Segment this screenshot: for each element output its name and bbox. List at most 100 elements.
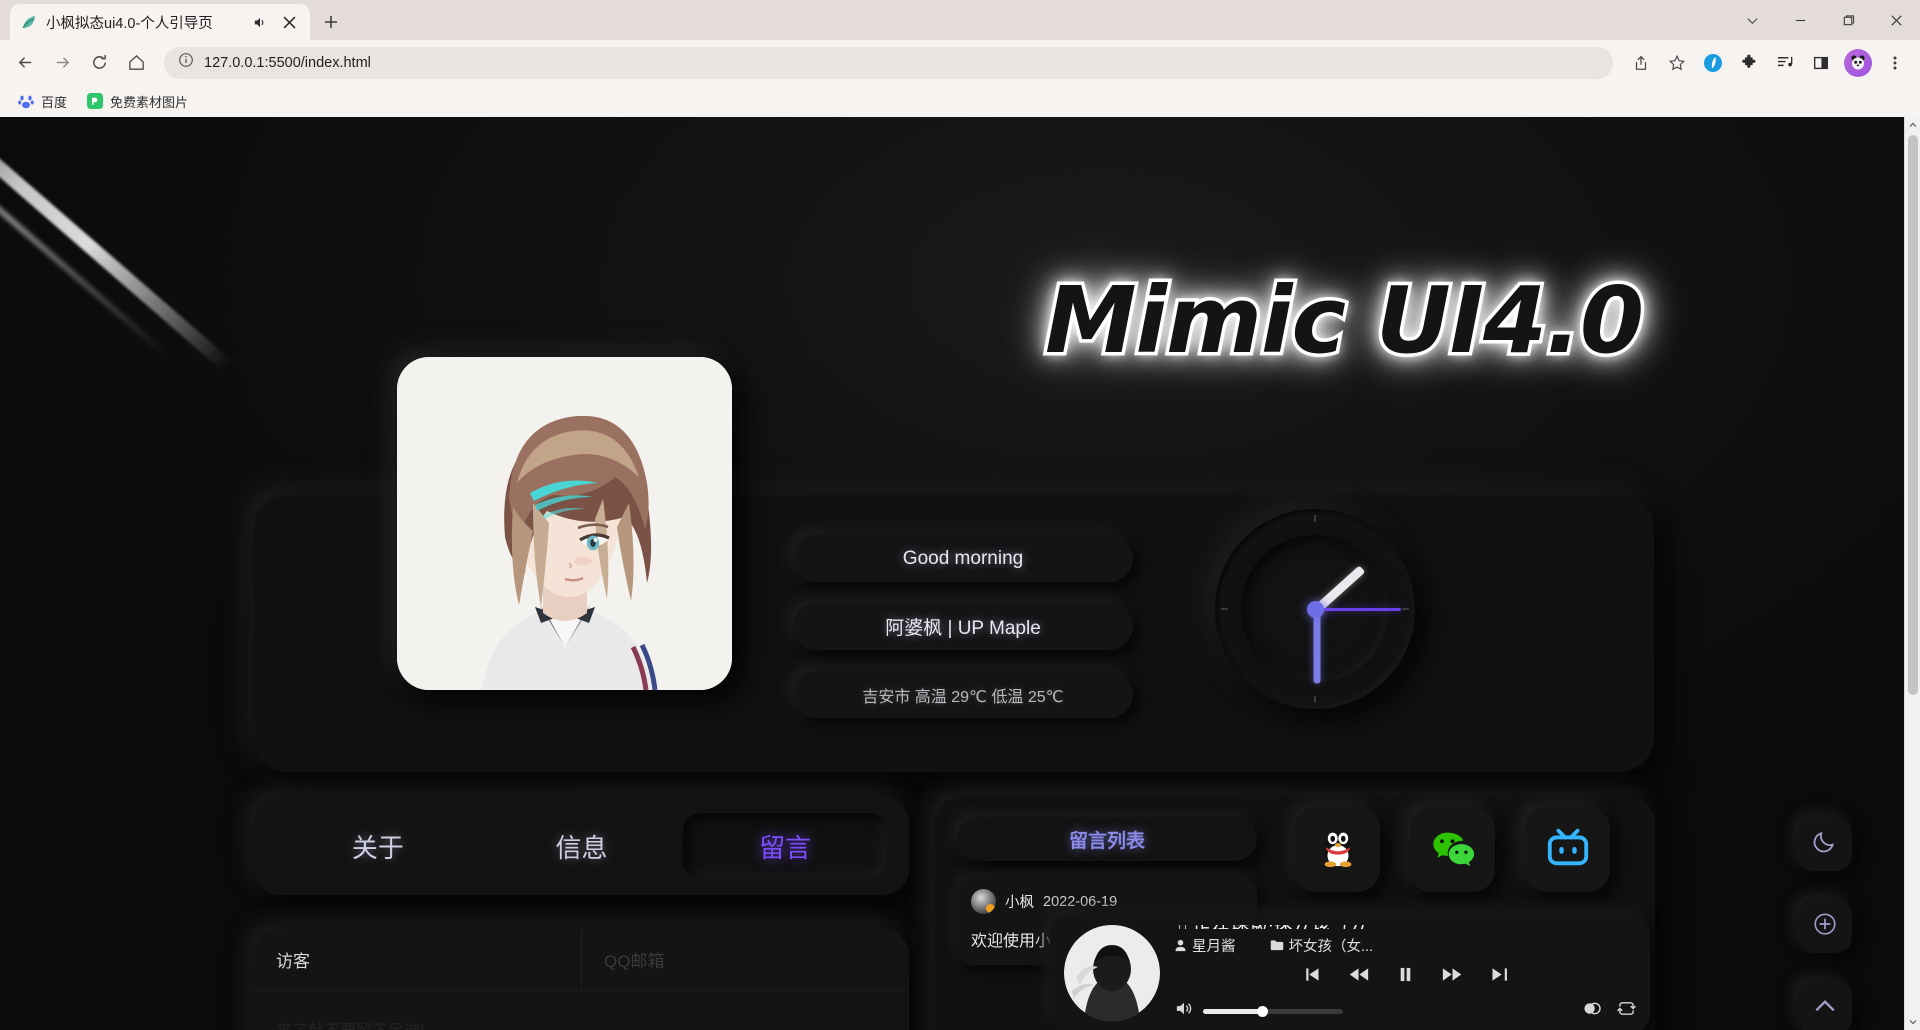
scrollbar-thumb[interactable] — [1908, 135, 1918, 695]
player-artist: 星月酱 — [1174, 935, 1236, 956]
clock-tick — [1314, 515, 1316, 522]
message-textarea[interactable]: 来了就不要留下足迹! — [254, 991, 909, 1030]
page-logo: Mimic UI4.0 — [1042, 264, 1648, 378]
qq-penguin-icon — [1315, 824, 1361, 875]
leaf-favicon — [20, 13, 38, 31]
tab-title: 小枫拟态ui4.0-个人引导页 — [46, 15, 213, 32]
anime-boy-avatar — [397, 357, 732, 690]
next-track-button[interactable] — [1489, 964, 1510, 990]
minimize-button[interactable] — [1776, 0, 1824, 40]
panda-avatar-icon[interactable] — [1844, 48, 1872, 77]
message-author: 小枫 — [1005, 895, 1034, 911]
home-icon[interactable] — [119, 46, 153, 80]
music-list-icon[interactable] — [1768, 46, 1802, 80]
clock-minute-hand — [1313, 607, 1321, 683]
tab-about[interactable]: 关于 — [276, 813, 480, 879]
bookmark-label: 百度 — [41, 94, 68, 110]
prev-track-button[interactable] — [1301, 964, 1322, 990]
clock-second-hand — [1315, 607, 1401, 611]
player-info: ♫ 正在播放:坏女孩（女... 星月酱 坏女孩（女... — [1174, 925, 1636, 1023]
share-icon[interactable] — [1624, 46, 1658, 80]
social-links — [1295, 807, 1610, 892]
volume-knob[interactable] — [1256, 1005, 1268, 1017]
page-scrollbar[interactable] — [1904, 117, 1920, 1030]
wechat-icon — [1430, 824, 1476, 875]
pause-button[interactable] — [1395, 964, 1416, 990]
new-tab-button[interactable] — [316, 7, 346, 37]
wechat-link[interactable] — [1410, 807, 1495, 892]
volume-slider[interactable] — [1203, 1005, 1343, 1017]
close-icon[interactable] — [278, 11, 300, 33]
scrollbar-down-button[interactable] — [1905, 1014, 1920, 1030]
plus-circle-icon — [1812, 911, 1838, 942]
qq-link[interactable] — [1295, 807, 1380, 892]
puzzle-icon[interactable] — [1732, 46, 1766, 80]
star-icon[interactable] — [1660, 46, 1694, 80]
visitor-name-input[interactable]: 访客 — [254, 929, 581, 990]
info-circle-icon[interactable] — [178, 52, 194, 73]
email-input[interactable]: QQ邮箱 — [581, 929, 909, 990]
three-dots-icon[interactable] — [1878, 46, 1912, 80]
window-controls — [1728, 0, 1920, 40]
add-button[interactable] — [1798, 899, 1852, 953]
toolbar-right-icons — [1624, 46, 1912, 80]
username-pill[interactable]: 阿婆枫 | UP Maple — [793, 603, 1133, 650]
clock-tick — [1221, 608, 1228, 610]
music-player: ♫ 正在播放:坏女孩（女... 星月酱 坏女孩（女... — [1050, 915, 1650, 1030]
rewind-button[interactable] — [1348, 964, 1369, 990]
close-window-button[interactable] — [1872, 0, 1920, 40]
scrollbar-up-button[interactable] — [1905, 117, 1920, 133]
reload-icon[interactable] — [82, 46, 116, 80]
info-pills: Good morning 阿婆枫 | UP Maple 吉安市 高温 29℃ 低… — [793, 535, 1133, 739]
messages-panel: 留言列表 小枫 2022-06-19 欢迎使用小枫拟态4.0ui — [935, 797, 1655, 1030]
player-album: 坏女孩（女... — [1270, 935, 1374, 956]
player-meta: 星月酱 坏女孩（女... — [1174, 935, 1636, 956]
maximize-button[interactable] — [1824, 0, 1872, 40]
back-to-top-button[interactable] — [1798, 981, 1852, 1030]
player-volume-row — [1174, 999, 1636, 1023]
repeat-icon[interactable] — [1617, 1000, 1636, 1022]
page-viewport: Mimic UI4.0 Good morning 阿婆枫 | UP Maple … — [0, 117, 1920, 1030]
weather-pill[interactable]: 吉安市 高温 29℃ 低温 25℃ — [793, 671, 1133, 718]
tab-search-button[interactable] — [1728, 0, 1776, 40]
clock-tick — [1314, 696, 1316, 703]
moon-icon — [1812, 829, 1838, 860]
speaker-icon[interactable] — [248, 11, 270, 33]
greeting-pill[interactable]: Good morning — [793, 535, 1133, 582]
split-screen-icon[interactable] — [1804, 46, 1838, 80]
blue-circle-icon[interactable] — [1696, 46, 1730, 80]
bilibili-icon — [1545, 824, 1591, 875]
bookmark-pixabay[interactable]: 免费素材图片 — [79, 88, 196, 115]
avatar — [971, 889, 996, 914]
mimic-ui-page: Mimic UI4.0 Good morning 阿婆枫 | UP Maple … — [0, 117, 1904, 1030]
volume-icon[interactable] — [1174, 999, 1193, 1023]
tab-info[interactable]: 信息 — [480, 813, 684, 879]
message-header: 小枫 2022-06-19 — [971, 889, 1243, 914]
now-playing-title: ♫ 正在播放:坏女孩（女... — [1174, 925, 1636, 929]
message-form: 访客 QQ邮箱 来了就不要留下足迹! — [254, 929, 909, 1030]
url-text[interactable]: 127.0.0.1:5500/index.html — [204, 55, 1599, 71]
clock-tick — [1402, 608, 1409, 610]
content-tabs: 关于 信息 留言 — [254, 797, 909, 895]
album-name: 坏女孩（女... — [1288, 939, 1374, 955]
bilibili-link[interactable] — [1525, 807, 1610, 892]
play-mode-icon[interactable] — [1582, 1000, 1601, 1022]
floating-action-buttons — [1798, 817, 1852, 1030]
tab-messages[interactable]: 留言 — [683, 813, 888, 879]
bookmark-label: 免费素材图片 — [110, 94, 189, 110]
bookmarks-bar: 百度 免费素材图片 — [0, 85, 1920, 117]
album-cover — [1064, 925, 1160, 1021]
message-date: 2022-06-19 — [1043, 893, 1118, 910]
messages-title: 留言列表 — [957, 817, 1257, 861]
now-playing-text: 正在播放:坏女孩（女... — [1192, 925, 1384, 929]
fast-forward-button[interactable] — [1442, 964, 1463, 990]
address-bar[interactable]: 127.0.0.1:5500/index.html — [164, 46, 1613, 79]
dark-mode-toggle[interactable] — [1798, 817, 1852, 871]
bookmark-baidu[interactable]: 百度 — [10, 88, 75, 115]
music-note-icon: ♫ — [1174, 925, 1188, 929]
browser-tab[interactable]: 小枫拟态ui4.0-个人引导页 — [10, 4, 310, 40]
back-arrow-icon[interactable] — [8, 46, 42, 80]
clock-center-pivot — [1306, 600, 1324, 618]
forward-arrow-icon[interactable] — [45, 46, 79, 80]
baidu-paw-icon — [18, 93, 34, 109]
